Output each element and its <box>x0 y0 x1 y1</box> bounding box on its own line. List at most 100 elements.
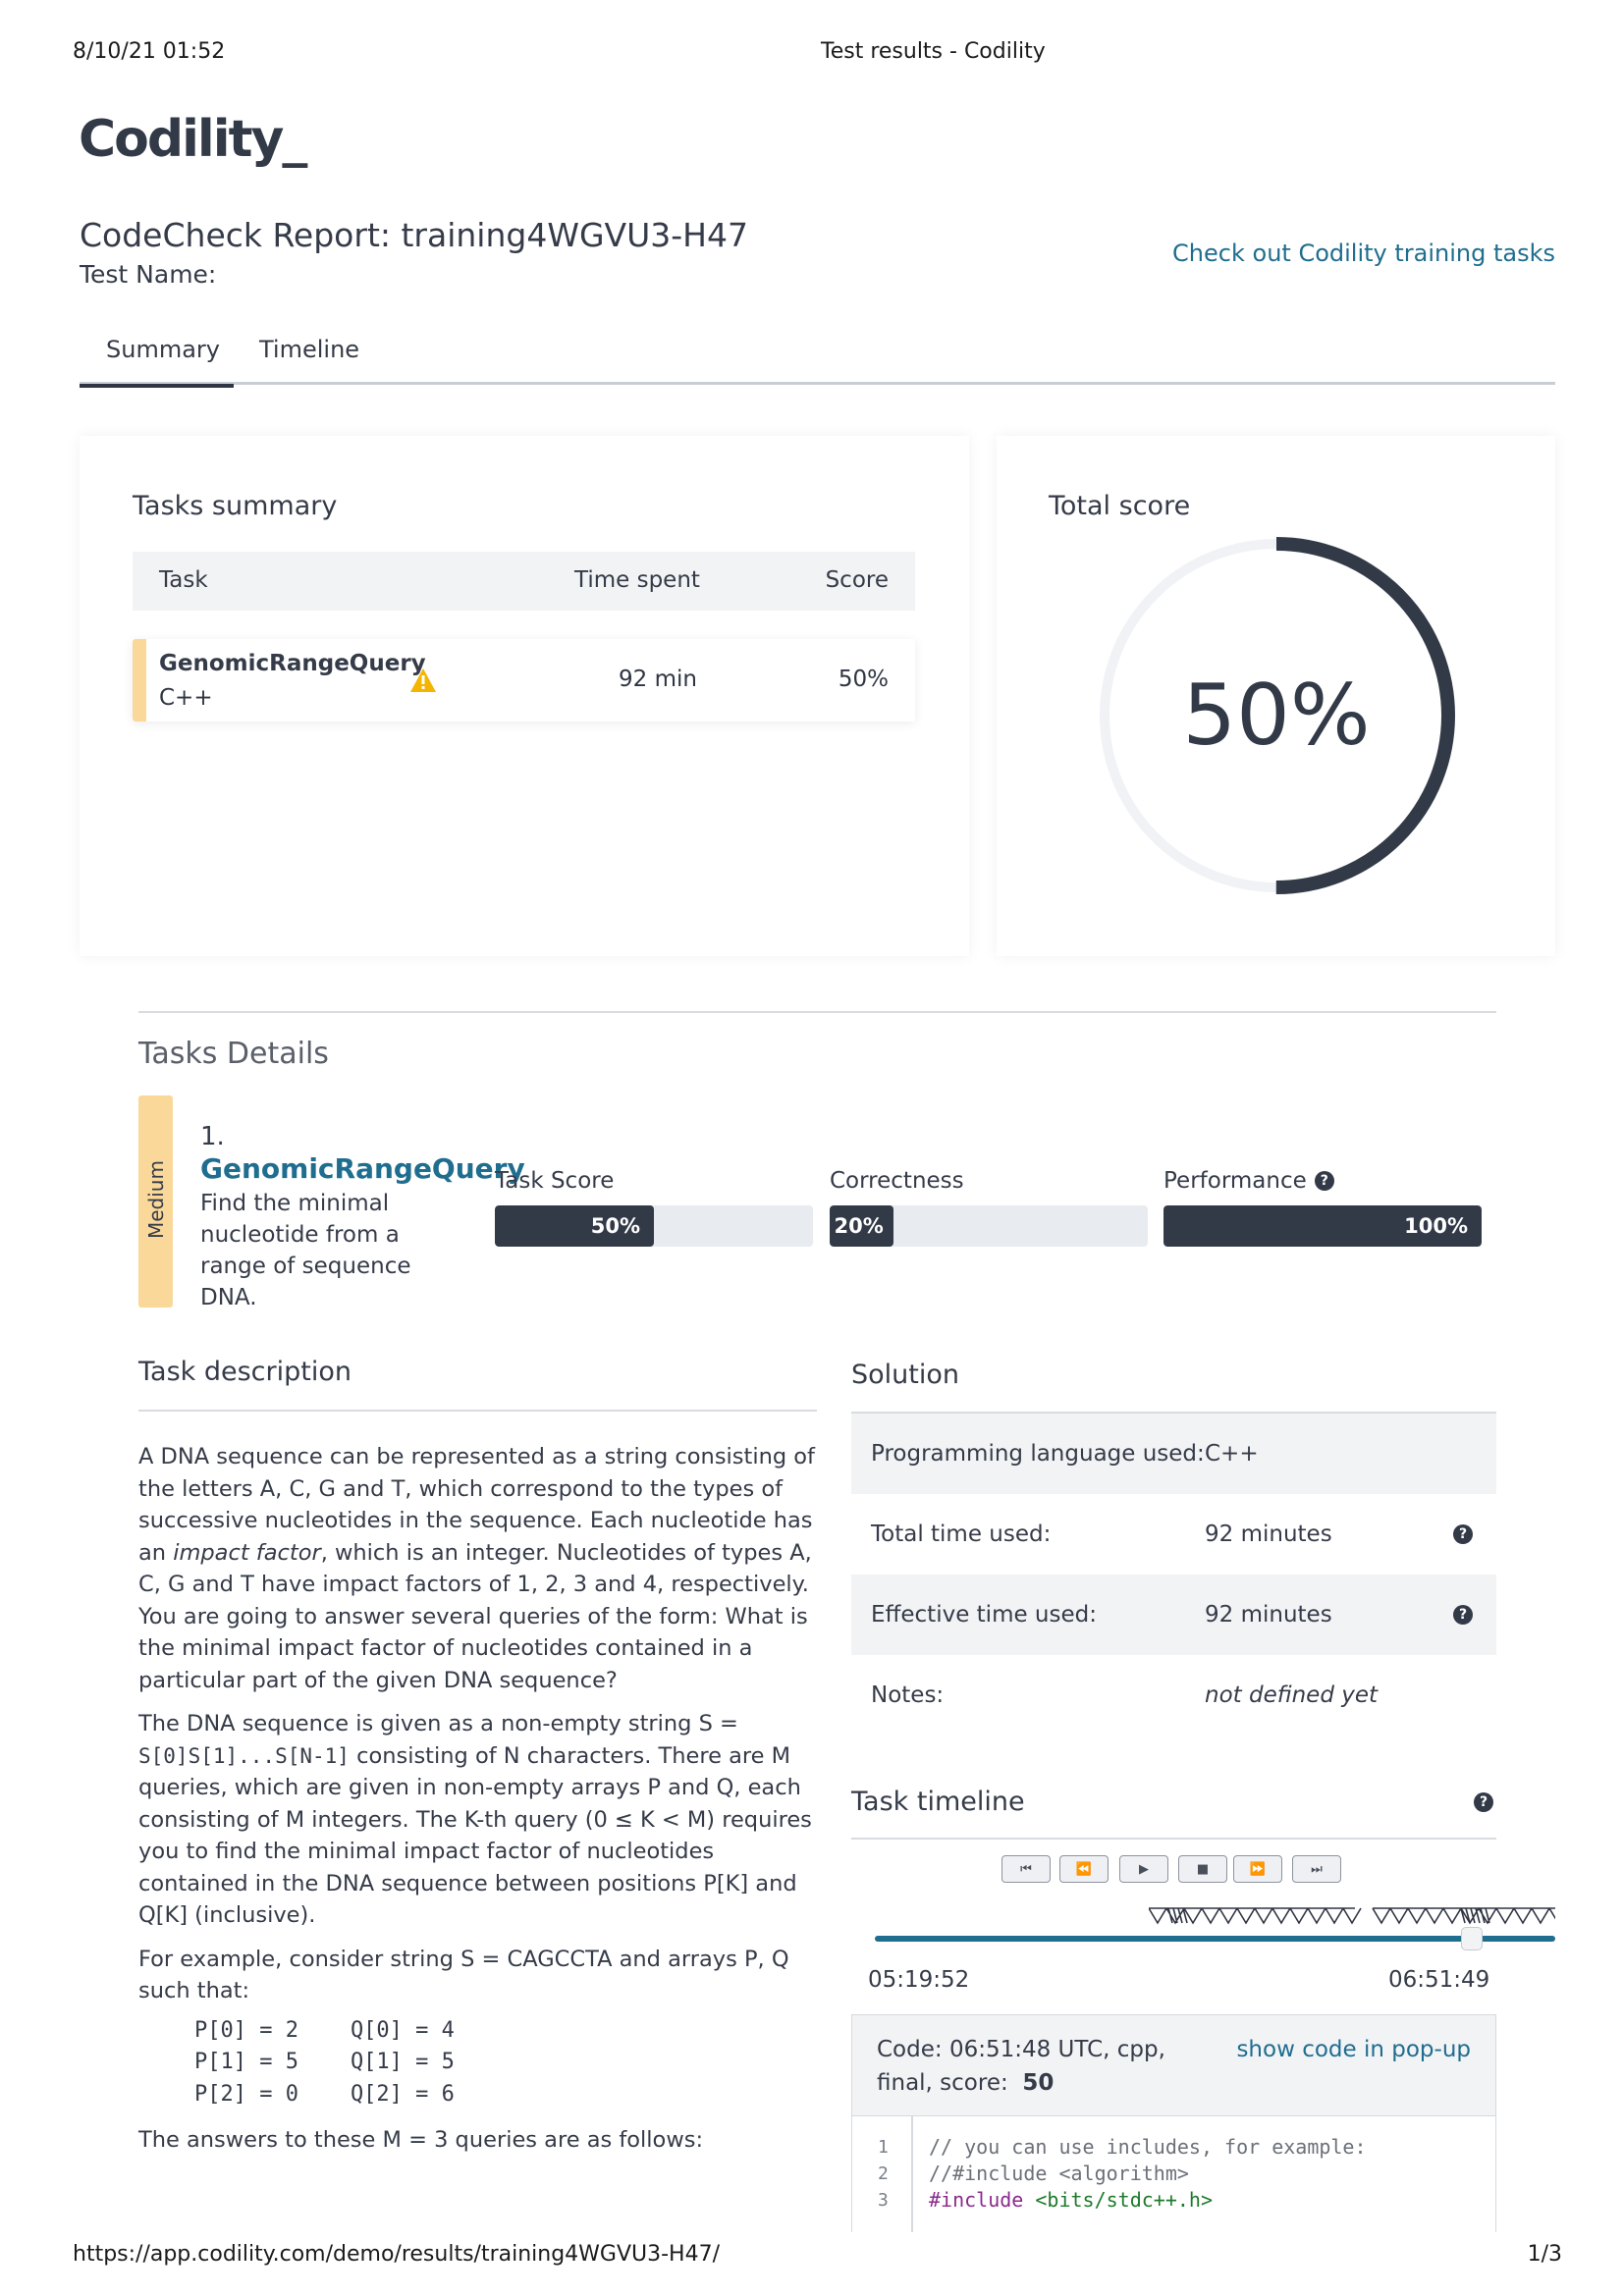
timeline-event-marker <box>1149 1907 1555 1925</box>
difficulty-stripe <box>133 639 146 721</box>
table-row[interactable]: GenomicRangeQuery C++ 92 min 50% <box>133 639 915 721</box>
divider <box>138 1410 817 1412</box>
description-paragraph: A DNA sequence can be represented as a s… <box>138 1441 820 1696</box>
metric-bar: 100% <box>1163 1205 1482 1247</box>
tab-timeline[interactable]: Timeline <box>259 336 359 385</box>
metric-label: Task Score <box>495 1168 615 1194</box>
total-score-card: Total score 50% <box>997 436 1555 956</box>
solution-row-total-time: Total time used: 92 minutes ? <box>851 1494 1496 1575</box>
example-block: P[0] = 2 Q[0] = 4 P[1] = 5 Q[1] = 5 P[2] =… <box>138 2015 820 2111</box>
code-line: //#include <algorithm> <box>929 2162 1189 2185</box>
line-number: 2 <box>878 2163 889 2184</box>
metric-bar: 20% <box>830 1205 1148 1247</box>
tab-summary[interactable]: Summary <box>80 336 234 388</box>
code-text: S[0]S[1]...S[N-1] <box>138 1743 350 1768</box>
example-line: P[1] = 5 Q[1] = 5 <box>194 2050 455 2074</box>
help-icon[interactable]: ? <box>1453 1524 1473 1544</box>
tasks-summary-card: Tasks summary Task Time spent Score Geno… <box>80 436 969 956</box>
col-time-spent: Time spent <box>574 567 700 593</box>
timeline-last-button[interactable]: ⏭ <box>1292 1855 1341 1883</box>
task-description-body: A DNA sequence can be represented as a s… <box>138 1441 820 2157</box>
code-info-line1: Code: 06:51:48 UTC, cpp, <box>877 2037 1165 2062</box>
solution-value: C++ <box>1205 1441 1259 1467</box>
code-line: #include <bits/stdc++.h> <box>929 2187 1367 2214</box>
text: The DNA sequence is given as a non-empty… <box>138 1711 738 1736</box>
tab-bar: Summary Timeline <box>80 324 1555 388</box>
warning-icon <box>410 668 436 692</box>
gutter-divider <box>911 2116 913 2232</box>
timeline-first-button[interactable]: ⏮ <box>1001 1855 1051 1883</box>
timeline-rewind-button[interactable]: ⏪ <box>1059 1855 1109 1883</box>
task-language: C++ <box>159 685 213 711</box>
task-timeline-title: Task timeline <box>851 1787 1025 1817</box>
timeline-play-button[interactable]: ▶ <box>1119 1855 1168 1883</box>
solution-row-effective-time: Effective time used: 92 minutes ? <box>851 1575 1496 1655</box>
print-datetime: 8/10/21 01:52 <box>73 39 226 64</box>
example-line: P[2] = 0 Q[2] = 6 <box>194 2081 455 2107</box>
solution-value: not defined yet <box>1205 1682 1379 1708</box>
help-icon[interactable]: ? <box>1474 1792 1493 1812</box>
test-name-label: Test Name: <box>80 260 217 289</box>
solution-title: Solution <box>851 1360 959 1390</box>
timeline-start-time: 05:19:52 <box>868 1967 970 1993</box>
text: consisting of N characters. There are M … <box>138 1742 812 1929</box>
timeline-end-time: 06:51:49 <box>1388 1967 1490 1993</box>
print-url: https://app.codility.com/demo/results/tr… <box>73 2242 721 2267</box>
timeline-stop-button[interactable]: ■ <box>1178 1855 1227 1883</box>
tasks-summary-title: Tasks summary <box>133 491 338 521</box>
emphasis: impact factor <box>173 1539 321 1566</box>
total-score-title: Total score <box>1049 491 1191 521</box>
metric-label-wrap: Performance? <box>1163 1168 1482 1194</box>
solution-label: Effective time used: <box>871 1602 1097 1628</box>
metric-fill: 100% <box>1163 1205 1482 1247</box>
description-paragraph: For example, consider string S = CAGCCTA… <box>138 1946 789 2004</box>
solution-row-language: Programming language used: C++ <box>851 1414 1496 1494</box>
solution-label: Programming language used: <box>871 1441 1205 1467</box>
difficulty-label: Medium <box>144 1160 168 1239</box>
help-icon[interactable]: ? <box>1314 1171 1334 1191</box>
task-detail-summary: Find the minimal nucleotide from a range… <box>200 1191 411 1310</box>
code-viewer: 1 2 3 // you can use includes, for examp… <box>851 2116 1496 2232</box>
code-info-line2: final, score: 50 <box>877 2070 1054 2096</box>
code-info-label: final, score: <box>877 2070 1008 2096</box>
solution-label: Notes: <box>871 1682 945 1708</box>
col-score: Score <box>825 567 889 593</box>
line-number: 1 <box>878 2137 889 2158</box>
task-detail-name[interactable]: GenomicRangeQuery <box>200 1152 525 1185</box>
line-numbers: 1 2 3 <box>878 2134 889 2214</box>
training-tasks-link[interactable]: Check out Codility training tasks <box>1172 240 1555 267</box>
metric-fill: 20% <box>830 1205 893 1247</box>
description-paragraph: The DNA sequence is given as a non-empty… <box>138 1708 820 1932</box>
col-task: Task <box>159 567 208 593</box>
metric-bar: 50% <box>495 1205 813 1247</box>
line-number: 3 <box>878 2190 889 2211</box>
task-name: GenomicRangeQuery <box>159 651 426 676</box>
solution-value: 92 minutes <box>1205 1602 1332 1628</box>
timeline-slider-handle[interactable] <box>1461 1927 1483 1950</box>
metric-performance: Performance? 100% <box>1163 1168 1482 1247</box>
code-keyword: #include <box>929 2188 1024 2212</box>
tab-summary-label: Summary <box>106 336 220 363</box>
description-paragraph: The answers to these M = 3 queries are a… <box>138 2127 704 2153</box>
page-title: CodeCheck Report: training4WGVU3-H47 <box>80 216 748 254</box>
code-string: <bits/stdc++.h> <box>1023 2188 1213 2212</box>
codility-logo[interactable]: Codility_ <box>79 110 307 169</box>
timeline-forward-button[interactable]: ⏩ <box>1233 1855 1282 1883</box>
metric-label: Performance <box>1163 1168 1307 1194</box>
tab-timeline-label: Timeline <box>259 336 360 363</box>
total-score-value: 50% <box>1182 667 1371 765</box>
metric-label: Correctness <box>830 1168 964 1194</box>
code-info-bar: Code: 06:51:48 UTC, cpp, final, score: 5… <box>851 2014 1496 2116</box>
help-icon[interactable]: ? <box>1453 1605 1473 1625</box>
task-time-spent: 92 min <box>619 667 697 692</box>
timeline-event-markers <box>1149 1907 1555 1925</box>
metric-fill: 50% <box>495 1205 654 1247</box>
code-lines: // you can use includes, for example: //… <box>929 2134 1367 2214</box>
show-code-popup-link[interactable]: show code in pop-up <box>1236 2037 1471 2062</box>
task-number: 1. <box>200 1122 225 1151</box>
timeline-progress <box>875 1936 1555 1942</box>
timeline-track[interactable] <box>875 1936 1555 1942</box>
print-page-title: Test results - Codility <box>821 39 1046 64</box>
metric-task-score: Task Score 50% <box>495 1168 813 1247</box>
example-line: P[0] = 2 Q[0] = 4 <box>194 2017 455 2043</box>
